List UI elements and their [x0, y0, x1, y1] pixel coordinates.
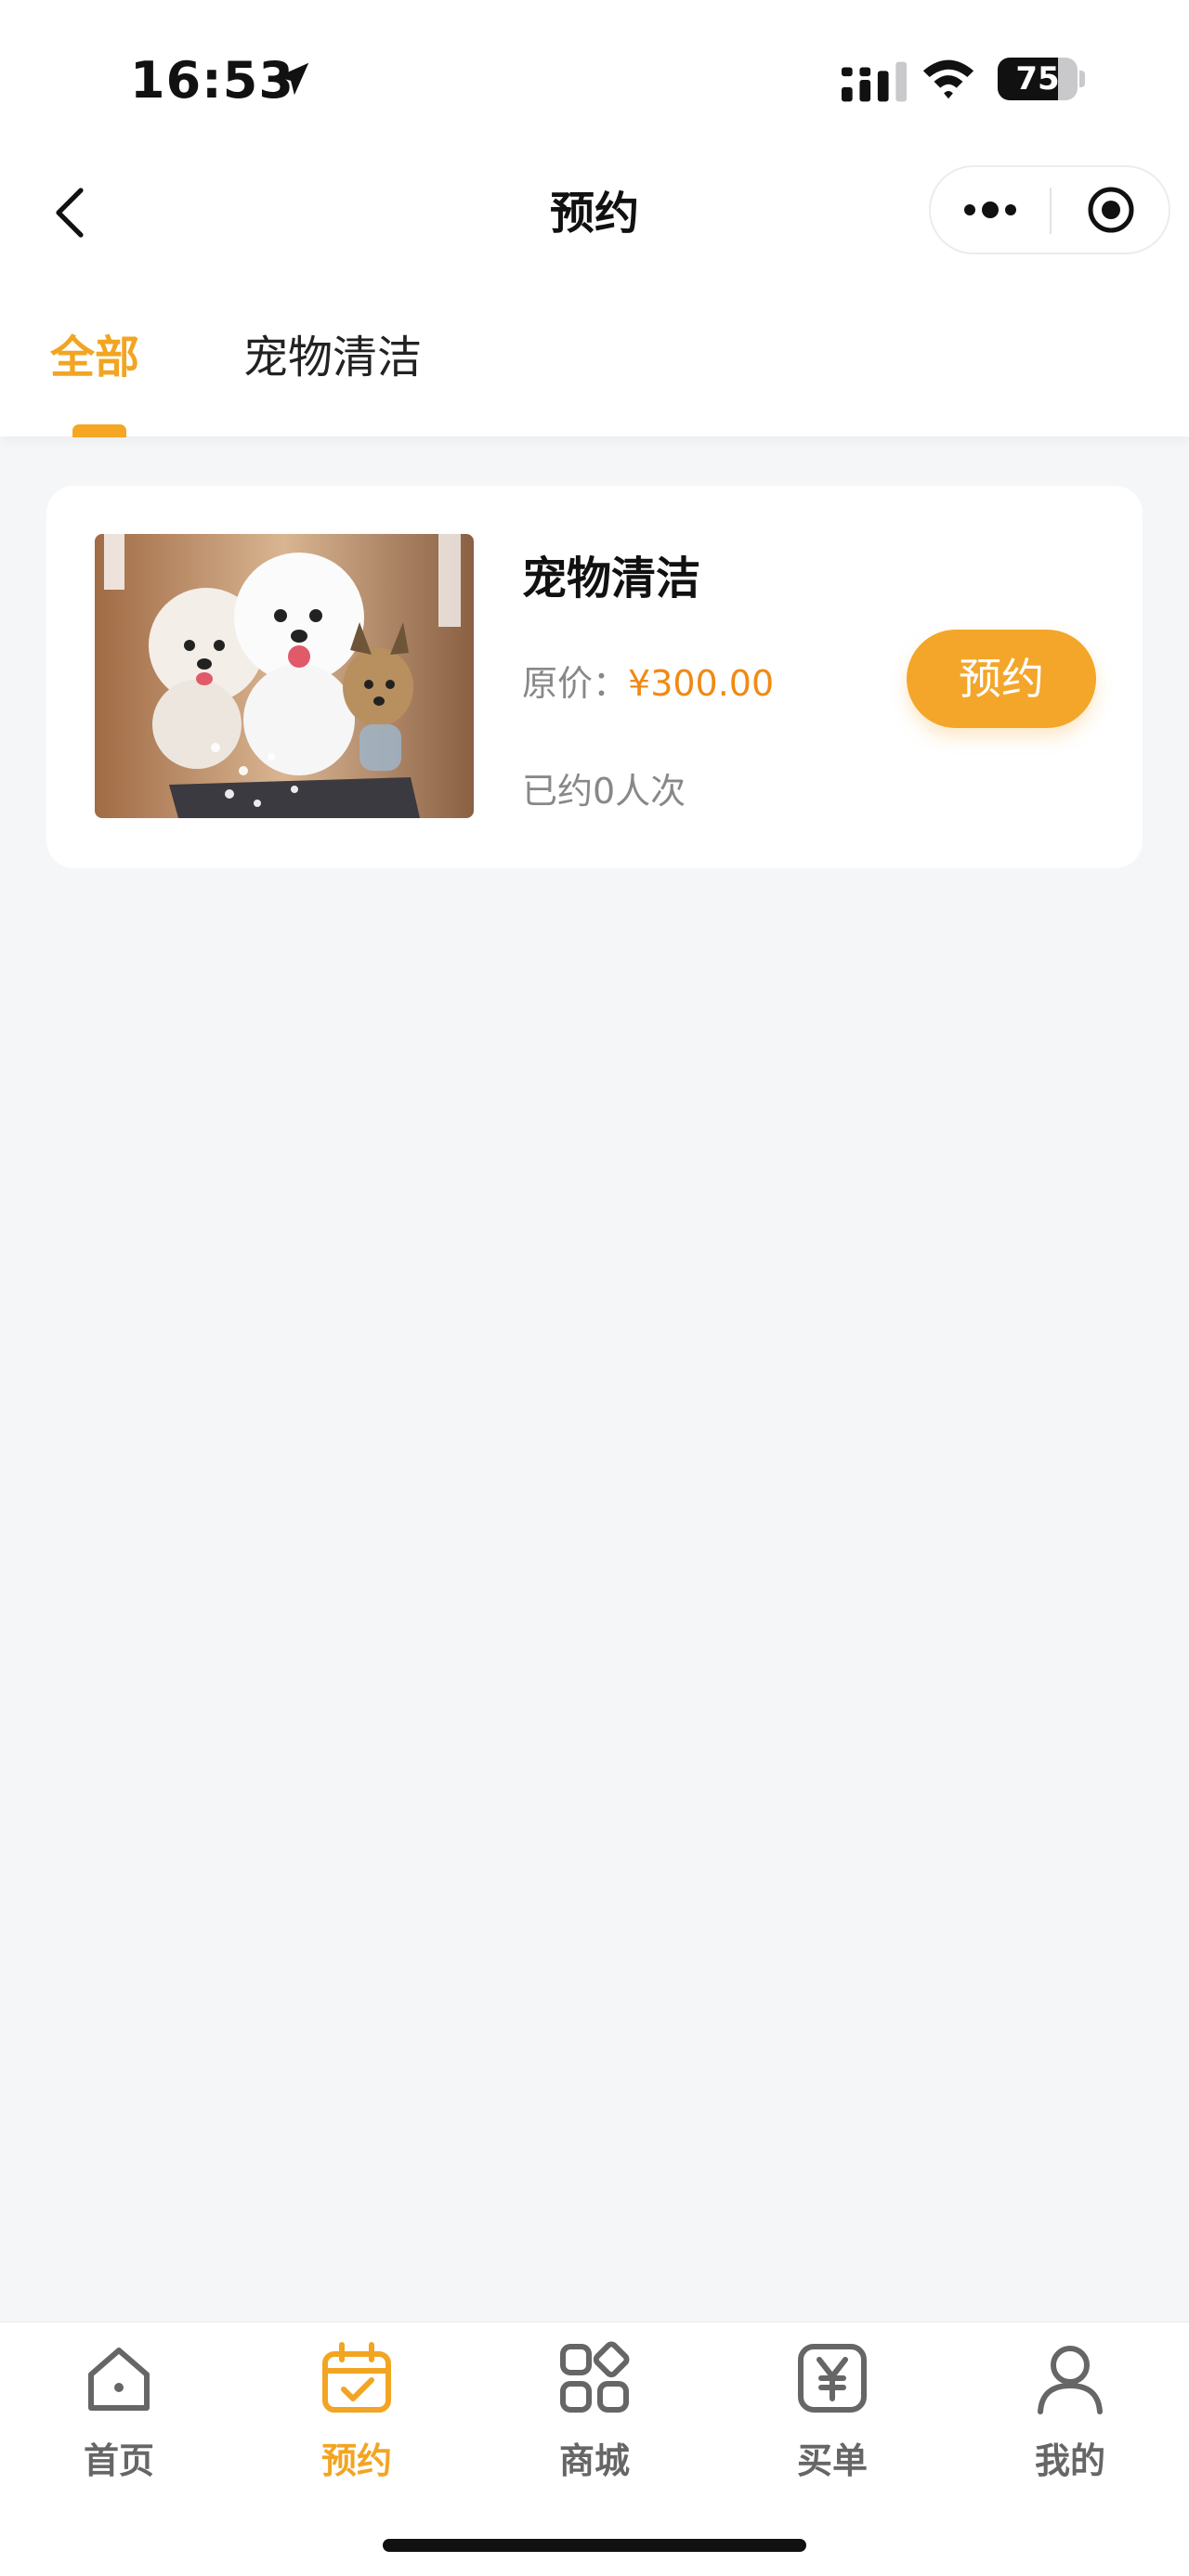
price-value: ¥300.00 — [628, 663, 775, 704]
tabbar-pay-label: 买单 — [796, 2440, 868, 2481]
tabbar-mall-label: 商城 — [558, 2440, 630, 2481]
category-tabs: 全部 宠物清洁 — [0, 265, 1189, 437]
user-icon — [1038, 2346, 1103, 2414]
cellular-signal-icon — [842, 61, 907, 102]
booked-count: 已约0人次 — [522, 771, 686, 812]
dogs-photo — [95, 534, 474, 818]
calendar-check-icon — [322, 2342, 391, 2413]
tab-pet-cleaning[interactable]: 宠物清洁 — [243, 320, 422, 385]
battery-icon: 75 — [998, 58, 1085, 100]
bottom-tab-bar: 首页 预约 商城 买单 我的 — [0, 2322, 1189, 2576]
yen-bill-icon — [798, 2344, 867, 2413]
tabbar-mall[interactable]: 商城 — [502, 2341, 687, 2508]
mini-program-capsule — [929, 165, 1170, 254]
service-name: 宠物清洁 — [522, 553, 701, 605]
close-target-icon — [1088, 187, 1134, 233]
book-button[interactable]: 预约 — [907, 630, 1096, 728]
price-label: 原价： — [522, 663, 629, 704]
tabbar-mine-label: 我的 — [1034, 2440, 1105, 2481]
more-button[interactable] — [931, 167, 1050, 253]
home-icon — [88, 2348, 150, 2411]
grid-shop-icon — [560, 2341, 630, 2413]
service-image — [95, 534, 474, 818]
tabbar-booking-label: 预约 — [320, 2440, 392, 2481]
close-button[interactable] — [1052, 167, 1170, 253]
nav-bar: 预约 — [0, 158, 1189, 265]
tabbar-home[interactable]: 首页 — [26, 2341, 212, 2508]
wifi-icon — [922, 59, 974, 99]
active-tab-indicator — [72, 424, 126, 437]
status-bar: 16:53 75 — [0, 0, 1189, 158]
tabbar-mine[interactable]: 我的 — [977, 2341, 1163, 2508]
service-card[interactable]: 宠物清洁 原价：¥300.00 已约0人次 预约 — [46, 486, 1143, 868]
tabbar-booking[interactable]: 预约 — [264, 2341, 450, 2508]
price-row: 原价：¥300.00 — [522, 655, 774, 706]
tabbar-home-label: 首页 — [83, 2440, 154, 2481]
location-arrow-icon — [276, 62, 309, 96]
more-dots-icon — [964, 202, 1016, 218]
status-time: 16:53 — [130, 51, 294, 110]
tab-all[interactable]: 全部 — [50, 320, 139, 385]
tabbar-pay[interactable]: 买单 — [739, 2341, 925, 2508]
home-indicator — [383, 2539, 806, 2552]
battery-level-text: 75 — [1015, 60, 1060, 98]
